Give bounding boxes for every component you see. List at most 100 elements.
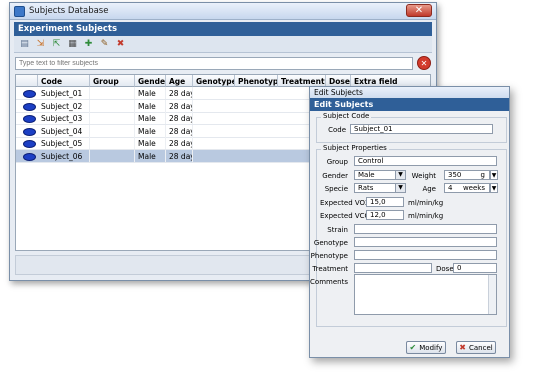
cell-code: Subject_06 bbox=[38, 149, 90, 162]
cell-gender: Male bbox=[135, 149, 166, 162]
cell-group bbox=[90, 99, 135, 112]
cell-age: 28 days bbox=[166, 112, 193, 124]
column-header[interactable]: Group bbox=[90, 75, 135, 87]
column-header[interactable]: Code bbox=[38, 75, 90, 87]
specie-select[interactable]: Rats ▼ bbox=[354, 183, 406, 193]
age-field[interactable]: 4 weeks bbox=[444, 183, 490, 193]
close-window-button[interactable]: ✕ bbox=[406, 4, 432, 17]
strain-field[interactable] bbox=[354, 224, 497, 234]
cell-code: Subject_01 bbox=[38, 87, 90, 99]
gender-label: Gender bbox=[322, 172, 348, 180]
weight-field[interactable]: 350 g bbox=[444, 170, 490, 180]
subject-oval-icon bbox=[23, 152, 36, 161]
cell-age: 28 days bbox=[166, 124, 193, 137]
vo2-field[interactable]: 15,0 bbox=[366, 197, 404, 207]
comments-label: Comments bbox=[310, 278, 348, 286]
export-icon[interactable]: ⇱ bbox=[50, 38, 63, 51]
cell-age: 28 days bbox=[166, 149, 193, 162]
dialog-header: Edit Subjects bbox=[310, 98, 509, 111]
code-field[interactable]: Subject_01 bbox=[350, 124, 493, 134]
subject-oval-icon bbox=[23, 140, 36, 148]
cell-group bbox=[90, 137, 135, 149]
subject-oval-icon bbox=[23, 102, 36, 111]
cell-gender: Male bbox=[135, 112, 166, 124]
subject-oval-icon bbox=[23, 90, 36, 98]
phenotype-label: Phenotype bbox=[310, 252, 348, 260]
cell-gender: Male bbox=[135, 124, 166, 137]
import-icon[interactable]: ⇲ bbox=[34, 38, 47, 51]
cell-age: 28 days bbox=[166, 99, 193, 112]
cell-age: 28 days bbox=[166, 87, 193, 99]
treatment-field[interactable] bbox=[354, 263, 432, 273]
add-user-icon[interactable]: ✚ bbox=[82, 38, 95, 51]
group-field[interactable]: Control bbox=[354, 156, 497, 166]
clear-filter-button[interactable]: ✕ bbox=[417, 56, 431, 70]
edit-icon[interactable]: ✎ bbox=[98, 38, 111, 51]
cell-code: Subject_05 bbox=[38, 137, 90, 149]
code-label: Code bbox=[328, 126, 346, 134]
cell-age: 28 days bbox=[166, 137, 193, 149]
group-label: Group bbox=[326, 158, 348, 166]
subject-oval-icon bbox=[23, 127, 36, 136]
comments-scrollbar[interactable] bbox=[488, 275, 496, 314]
delete-icon[interactable]: ✖ bbox=[114, 38, 127, 51]
toolbar: ▤ ⇲ ⇱ ▦ ✚ ✎ ✖ bbox=[14, 36, 432, 53]
column-header[interactable]: Age bbox=[166, 75, 193, 87]
cell-gender: Male bbox=[135, 87, 166, 99]
genotype-field[interactable] bbox=[354, 237, 497, 247]
gender-select[interactable]: Male ▼ bbox=[354, 170, 406, 180]
subject-properties-group-title: Subject Properties bbox=[321, 144, 389, 152]
age-unit: weeks bbox=[462, 184, 485, 192]
specie-value: Rats bbox=[358, 184, 374, 192]
print-icon[interactable]: ▦ bbox=[66, 38, 79, 51]
chevron-down-icon: ▼ bbox=[395, 184, 405, 192]
dose-label: Dose bbox=[436, 265, 454, 273]
vco2-unit: ml/min/kg bbox=[408, 212, 444, 220]
weight-unit: g bbox=[480, 171, 485, 179]
cancel-icon: ✖ bbox=[459, 343, 466, 352]
new-icon[interactable]: ▤ bbox=[18, 38, 31, 51]
column-header[interactable]: Genotype bbox=[193, 75, 235, 87]
genotype-label: Genotype bbox=[313, 239, 348, 247]
window-title: Subjects Database bbox=[29, 6, 109, 16]
phenotype-field[interactable] bbox=[354, 250, 497, 260]
weight-label: Weight bbox=[411, 172, 436, 180]
cancel-button[interactable]: ✖ Cancel bbox=[456, 341, 496, 354]
specie-label: Specie bbox=[324, 185, 348, 193]
subject-oval-icon bbox=[23, 115, 36, 123]
dose-field[interactable]: 0 bbox=[453, 263, 497, 273]
age-label: Age bbox=[422, 185, 436, 193]
cell-code: Subject_02 bbox=[38, 99, 90, 112]
cancel-button-label: Cancel bbox=[468, 344, 493, 352]
cell-group bbox=[90, 124, 135, 137]
vo2-label: Expected VO2 bbox=[320, 199, 370, 207]
panel-title: Experiment Subjects bbox=[14, 22, 432, 36]
modify-button[interactable]: ✔ Modify bbox=[406, 341, 446, 354]
dialog-title-bar[interactable]: Edit Subjects bbox=[310, 87, 509, 98]
subject-code-group-title: Subject Code bbox=[321, 112, 372, 120]
cell-group bbox=[90, 149, 135, 162]
cell-code: Subject_04 bbox=[38, 124, 90, 137]
cell-group bbox=[90, 87, 135, 99]
column-header[interactable]: Gender bbox=[135, 75, 166, 87]
strain-label: Strain bbox=[327, 226, 348, 234]
age-unit-dropdown-icon[interactable]: ▼ bbox=[490, 183, 498, 193]
age-value: 4 bbox=[448, 184, 453, 192]
modify-button-label: Modify bbox=[419, 344, 443, 352]
app-icon bbox=[14, 6, 25, 17]
filter-input[interactable] bbox=[15, 57, 413, 70]
column-header[interactable] bbox=[16, 75, 38, 87]
comments-textarea[interactable] bbox=[354, 274, 497, 315]
weight-unit-dropdown-icon[interactable]: ▼ bbox=[490, 170, 498, 180]
weight-value: 350 bbox=[448, 171, 462, 179]
title-bar[interactable]: Subjects Database ✕ bbox=[10, 3, 436, 20]
cell-group bbox=[90, 112, 135, 124]
checkmark-icon: ✔ bbox=[409, 343, 417, 352]
gender-value: Male bbox=[358, 171, 375, 179]
column-header[interactable]: Phenotype bbox=[235, 75, 278, 87]
vco2-field[interactable]: 12,0 bbox=[366, 210, 404, 220]
cell-code: Subject_03 bbox=[38, 112, 90, 124]
cell-gender: Male bbox=[135, 99, 166, 112]
treatment-label: Treatment bbox=[312, 265, 348, 273]
cell-gender: Male bbox=[135, 137, 166, 149]
